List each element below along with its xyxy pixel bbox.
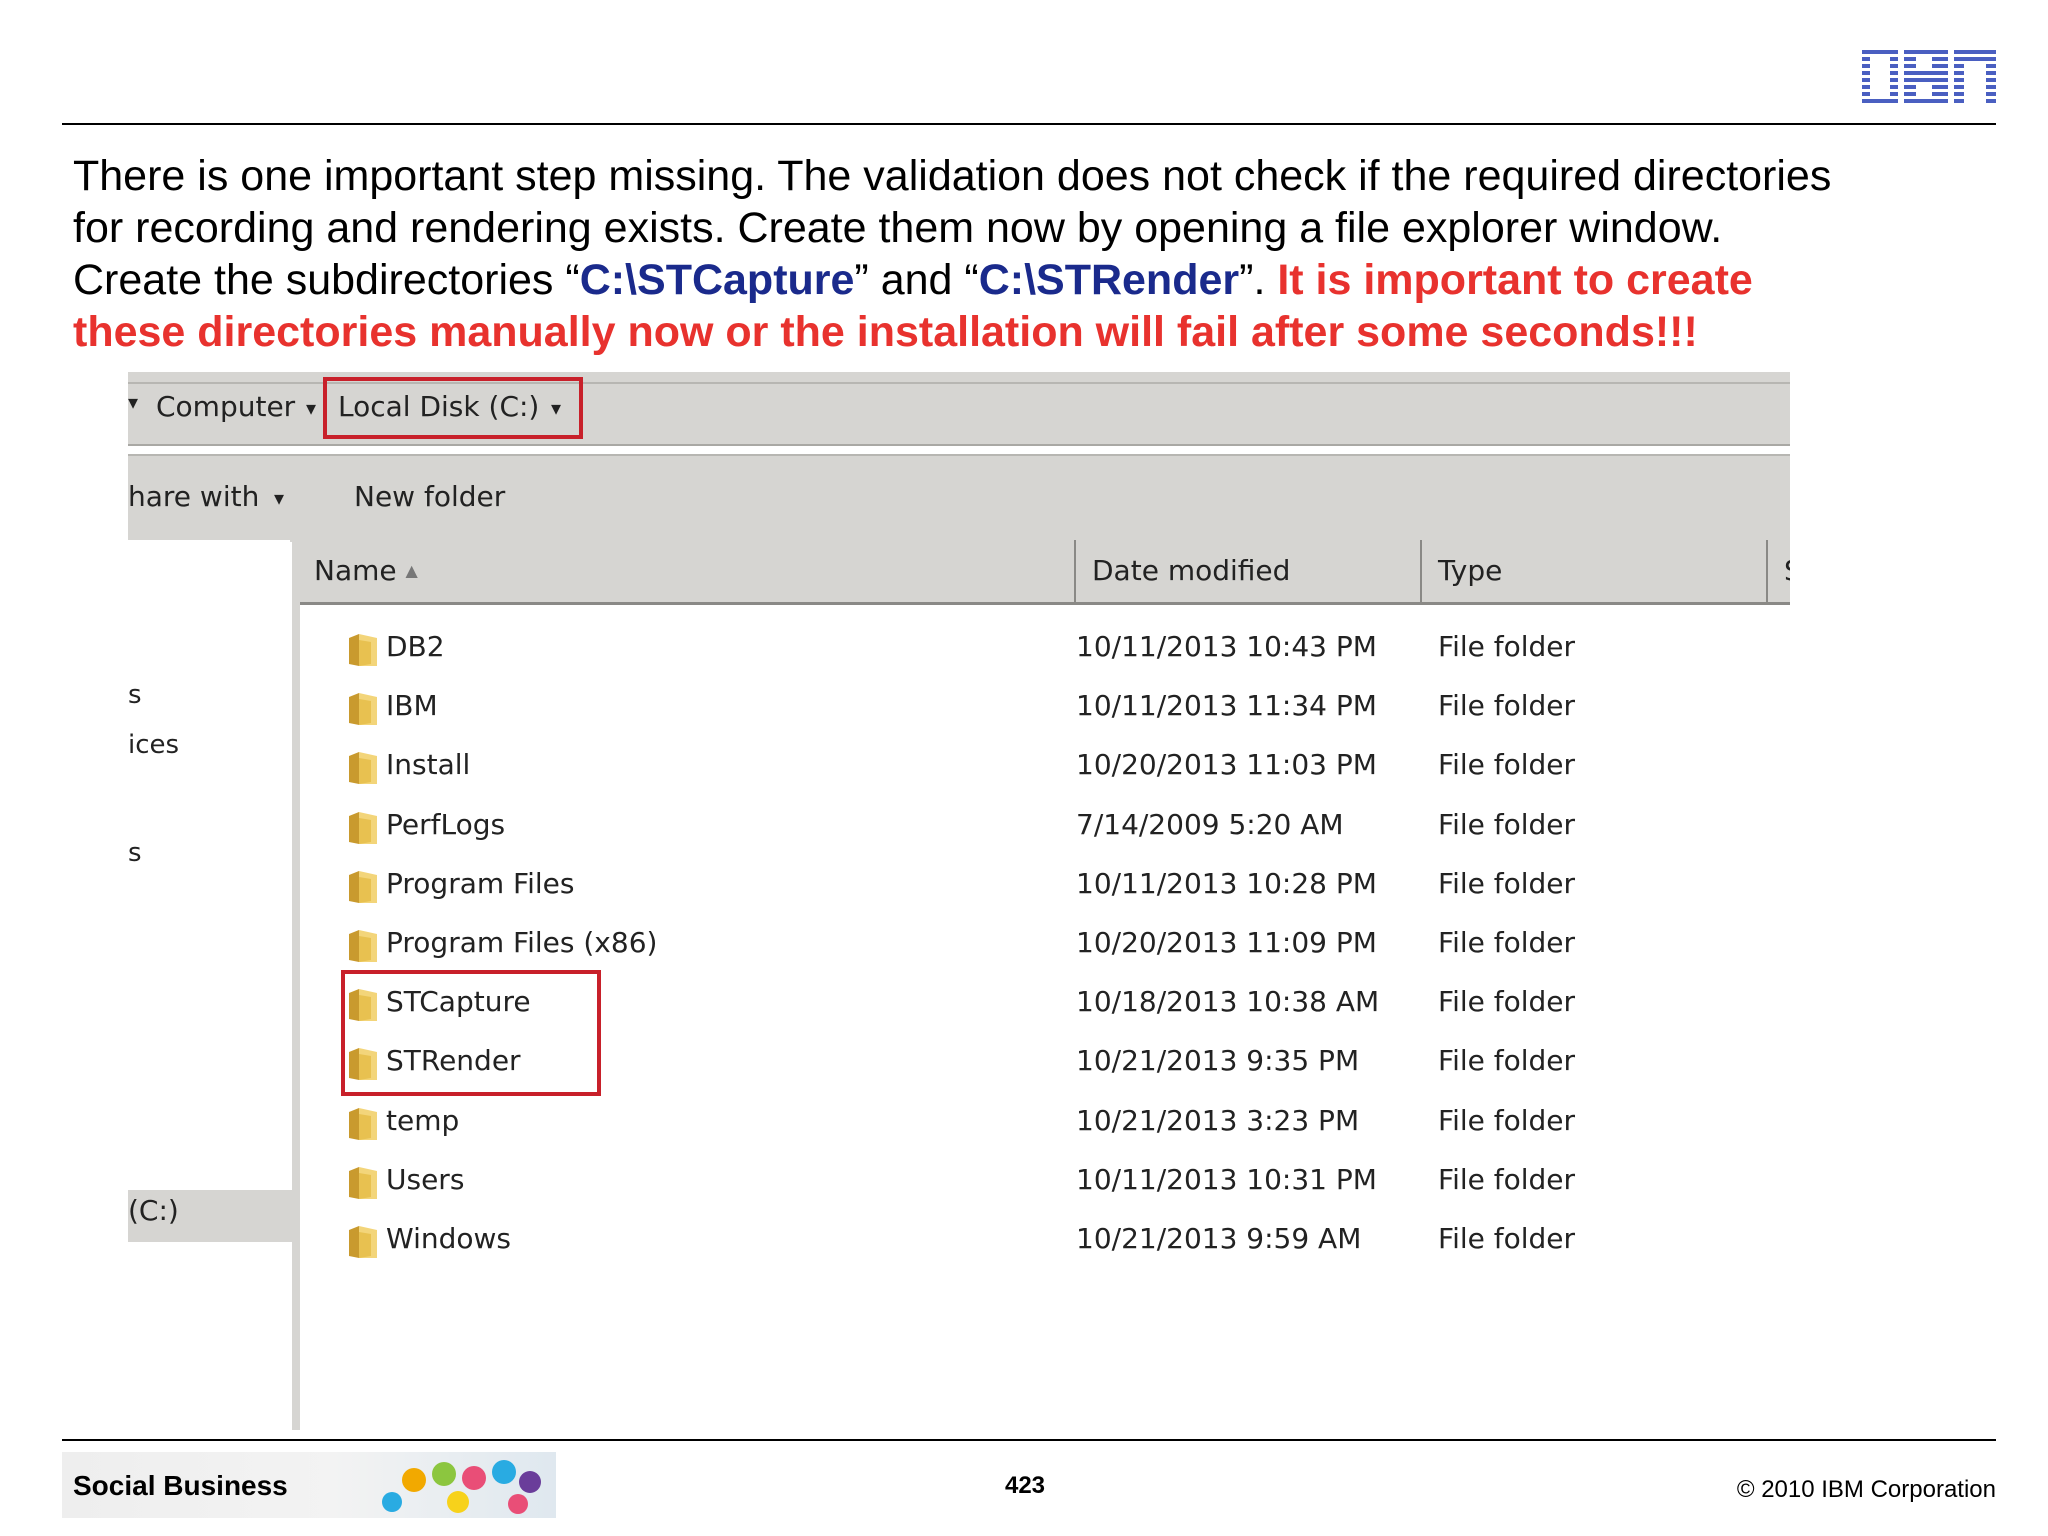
page-number: 423 bbox=[1004, 1472, 1046, 1499]
file-name: IBM bbox=[386, 689, 438, 723]
file-name: DB2 bbox=[386, 630, 445, 663]
body-line-2: for recording and rendering exists. Crea… bbox=[73, 204, 1723, 252]
body-line-3: Create the subdirectories “C:\STCapture”… bbox=[73, 256, 1753, 304]
file-name: PerfLogs bbox=[386, 807, 506, 841]
file-type: File folder bbox=[1438, 985, 1576, 1019]
folder-icon bbox=[349, 989, 377, 1022]
column-size-header[interactable]: S bbox=[1770, 540, 1790, 602]
nav-item[interactable]: ices bbox=[128, 730, 179, 760]
nav-item[interactable]: s bbox=[128, 680, 142, 710]
chevron-down-icon[interactable]: ▾ bbox=[274, 486, 284, 510]
file-row[interactable]: temp 10/21/2013 3:23 PM File folder bbox=[300, 1094, 1790, 1153]
stcapture-path: C:\STCapture bbox=[579, 256, 855, 304]
header-rule bbox=[62, 123, 1996, 125]
file-name: Windows bbox=[386, 1222, 511, 1255]
file-date: 10/11/2013 10:28 PM bbox=[1076, 866, 1377, 900]
file-row[interactable]: Windows 10/21/2013 9:59 AM File folder bbox=[300, 1212, 1790, 1271]
column-name-header[interactable]: Name ▲ bbox=[300, 540, 1076, 602]
folder-icon bbox=[349, 634, 377, 666]
sort-ascending-icon: ▲ bbox=[405, 561, 418, 580]
footer-brand: Social Business bbox=[73, 1470, 288, 1501]
strender-path: C:\STRender bbox=[978, 256, 1240, 304]
highlight-box-location bbox=[323, 377, 583, 439]
file-row[interactable]: IBM 10/11/2013 11:34 PM File folder bbox=[300, 679, 1790, 738]
file-name: Program Files bbox=[386, 866, 575, 900]
file-date: 10/11/2013 10:31 PM bbox=[1076, 1162, 1377, 1196]
file-type: File folder bbox=[1438, 1222, 1576, 1255]
warning-text-b: these directories manually now or the in… bbox=[73, 308, 1698, 356]
file-row[interactable]: Program Files (x86) 10/20/2013 11:09 PM Fi… bbox=[300, 916, 1790, 975]
warning-text-a: It is important to create bbox=[1277, 256, 1753, 304]
file-date: 7/14/2009 5:20 AM bbox=[1076, 807, 1344, 841]
file-row[interactable]: Program Files 10/11/2013 10:28 PM File fol… bbox=[300, 857, 1790, 916]
file-date: 10/18/2013 10:38 AM bbox=[1076, 985, 1380, 1019]
file-row[interactable]: Install 10/20/2013 11:03 PM File folder bbox=[300, 738, 1790, 797]
body-line-1: There is one important step missing. The… bbox=[73, 152, 1832, 200]
file-row[interactable]: Users 10/11/2013 10:31 PM File folder bbox=[300, 1153, 1790, 1212]
address-bar[interactable]: ▾ Computer ▾ Local Disk (C:) ▾ bbox=[128, 372, 1790, 446]
footer-rule bbox=[62, 1439, 1996, 1441]
nav-item-local-disk[interactable]: (C:) bbox=[128, 1190, 292, 1242]
folder-icon bbox=[349, 1048, 377, 1081]
column-date-header[interactable]: Date modified bbox=[1078, 540, 1422, 602]
file-type: File folder bbox=[1438, 866, 1576, 900]
file-type: File folder bbox=[1438, 748, 1576, 782]
folder-icon bbox=[349, 930, 377, 962]
file-type: File folder bbox=[1438, 630, 1576, 663]
file-date: 10/20/2013 11:03 PM bbox=[1076, 748, 1377, 782]
new-folder-button[interactable]: New folder bbox=[354, 480, 505, 513]
breadcrumb-computer[interactable]: Computer bbox=[156, 390, 295, 423]
file-name: Users bbox=[386, 1162, 465, 1196]
navigation-pane: s ices s (C:) bbox=[128, 540, 292, 1430]
file-row[interactable]: DB2 10/11/2013 10:43 PM File folder bbox=[300, 620, 1790, 679]
folder-icon bbox=[349, 693, 377, 726]
file-type: File folder bbox=[1438, 1162, 1576, 1196]
folder-icon bbox=[349, 870, 377, 903]
file-name: STCapture bbox=[386, 985, 531, 1019]
file-row[interactable]: PerfLogs 7/14/2009 5:20 AM File folder bbox=[300, 798, 1790, 857]
copyright: © 2010 IBM Corporation bbox=[1736, 1476, 1996, 1503]
file-row[interactable]: STRender 10/21/2013 9:35 PM File folder bbox=[300, 1034, 1790, 1093]
chevron-down-icon[interactable]: ▾ bbox=[306, 396, 316, 420]
file-name: Program Files (x86) bbox=[386, 926, 658, 959]
file-date: 10/21/2013 9:59 AM bbox=[1076, 1222, 1362, 1255]
file-type: File folder bbox=[1438, 689, 1576, 723]
file-name: temp bbox=[386, 1103, 460, 1137]
folder-icon bbox=[349, 1166, 377, 1199]
file-type: File folder bbox=[1438, 926, 1576, 959]
file-date: 10/21/2013 9:35 PM bbox=[1076, 1044, 1360, 1078]
slide-body: There is one important step missing. The… bbox=[73, 150, 1973, 358]
column-type-header[interactable]: Type bbox=[1424, 540, 1768, 602]
chevron-down-icon[interactable]: ▾ bbox=[128, 390, 138, 414]
folder-icon bbox=[349, 1107, 377, 1140]
file-row[interactable]: STCapture 10/18/2013 10:38 AM File folder bbox=[300, 975, 1790, 1034]
folder-icon bbox=[349, 811, 377, 844]
pane-splitter[interactable] bbox=[292, 540, 300, 1430]
explorer-screenshot: ▾ Computer ▾ Local Disk (C:) ▾ hare with… bbox=[128, 372, 1790, 1430]
file-date: 10/21/2013 3:23 PM bbox=[1076, 1103, 1360, 1137]
file-date: 10/20/2013 11:09 PM bbox=[1076, 926, 1377, 959]
folder-icon bbox=[349, 752, 377, 785]
folder-icon bbox=[349, 1226, 377, 1258]
share-with-button[interactable]: hare with bbox=[128, 480, 259, 513]
file-name: STRender bbox=[386, 1044, 521, 1078]
ibm-logo bbox=[1862, 50, 1996, 106]
file-type: File folder bbox=[1438, 807, 1576, 841]
nav-item[interactable]: s bbox=[128, 838, 142, 868]
file-date: 10/11/2013 10:43 PM bbox=[1076, 630, 1377, 663]
file-type: File folder bbox=[1438, 1044, 1576, 1078]
column-header: Name ▲ Date modified Type S bbox=[300, 540, 1790, 605]
file-name: Install bbox=[386, 748, 471, 782]
file-date: 10/11/2013 11:34 PM bbox=[1076, 689, 1377, 723]
toolbar: hare with ▾ New folder bbox=[128, 454, 1790, 542]
file-type: File folder bbox=[1438, 1103, 1576, 1137]
